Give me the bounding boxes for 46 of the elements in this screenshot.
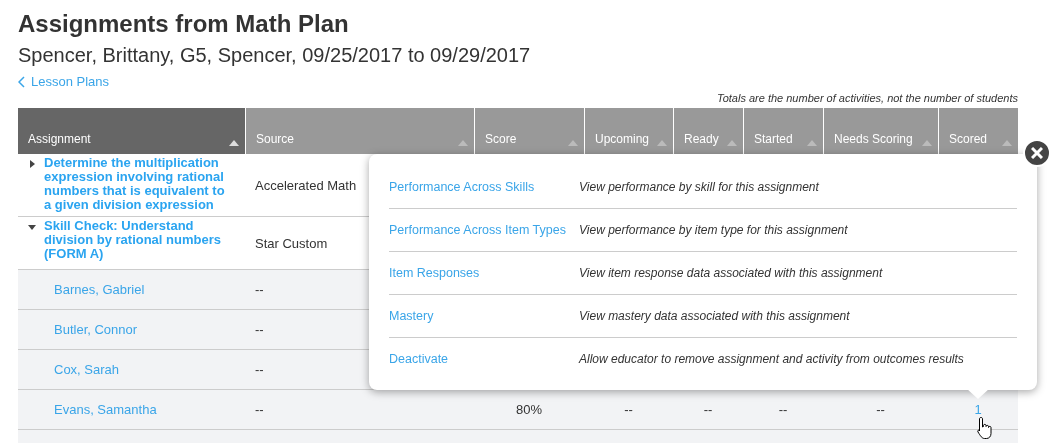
- column-header[interactable]: Score: [474, 108, 584, 154]
- scored-link[interactable]: 1: [974, 402, 982, 417]
- sort-arrow-icon: [922, 140, 932, 146]
- column-header[interactable]: Assignment: [18, 108, 245, 154]
- table-cell: --: [823, 390, 938, 430]
- student-link[interactable]: Barnes, Gabriel: [28, 282, 145, 297]
- table-cell: --: [743, 390, 823, 430]
- student-link[interactable]: Butler, Connor: [28, 322, 138, 337]
- student-link[interactable]: Cox, Sarah: [28, 362, 120, 377]
- assignment-link[interactable]: Skill Check: Understand division by rational numbers (FORM A): [44, 219, 235, 261]
- sort-arrow-icon: [229, 140, 239, 146]
- page-title: Assignments from Math Plan: [18, 9, 350, 38]
- popover-description: View performance by item type for this assignment: [579, 223, 848, 237]
- close-button[interactable]: [1023, 139, 1051, 167]
- column-header[interactable]: Started: [743, 108, 823, 154]
- table-cell: 80%: [474, 390, 584, 430]
- chevron-left-icon: [18, 75, 25, 88]
- close-icon: [1031, 147, 1043, 159]
- column-header[interactable]: Upcoming: [584, 108, 673, 154]
- table-cell: --: [245, 390, 474, 430]
- popover-link[interactable]: Mastery: [389, 309, 434, 323]
- caret-down-icon[interactable]: [28, 223, 36, 231]
- column-header[interactable]: Scored: [938, 108, 1018, 154]
- lesson-plans-link[interactable]: Lesson Plans: [18, 74, 110, 89]
- popover-link[interactable]: Deactivate: [389, 352, 449, 366]
- student-link[interactable]: Evans, Samantha: [28, 402, 157, 417]
- page-subtitle: Spencer, Brittany, G5, Spencer, 09/25/2017 to 09/29/2017: [18, 43, 532, 68]
- table-cell: --: [584, 390, 673, 430]
- column-header[interactable]: Needs Scoring: [823, 108, 938, 154]
- totals-note: Totals are the number of activities, not the number of students: [716, 92, 1018, 106]
- sort-arrow-icon: [657, 140, 667, 146]
- column-header[interactable]: Ready: [673, 108, 743, 154]
- sort-arrow-icon: [1002, 140, 1012, 146]
- popover-description: View mastery data associated with this assignment: [579, 309, 850, 323]
- sort-arrow-icon: [458, 140, 468, 146]
- sort-arrow-icon: [807, 140, 817, 146]
- popover-description: Allow educator to remove assignment and activity from outcomes results: [579, 352, 964, 366]
- hand-cursor-icon: [976, 416, 994, 440]
- sort-arrow-icon: [568, 140, 578, 146]
- caret-right-icon[interactable]: [28, 160, 36, 168]
- column-header[interactable]: Source: [245, 108, 474, 154]
- popover-description: View item response data associated with this assignment: [579, 266, 883, 280]
- popover-description: View performance by skill for this assignment: [579, 180, 819, 194]
- sort-arrow-icon: [727, 140, 737, 146]
- assignment-link[interactable]: Determine the multiplication expression involving rational numbers that is equivalent to a given division expression: [44, 156, 235, 212]
- table-cell: --: [673, 390, 743, 430]
